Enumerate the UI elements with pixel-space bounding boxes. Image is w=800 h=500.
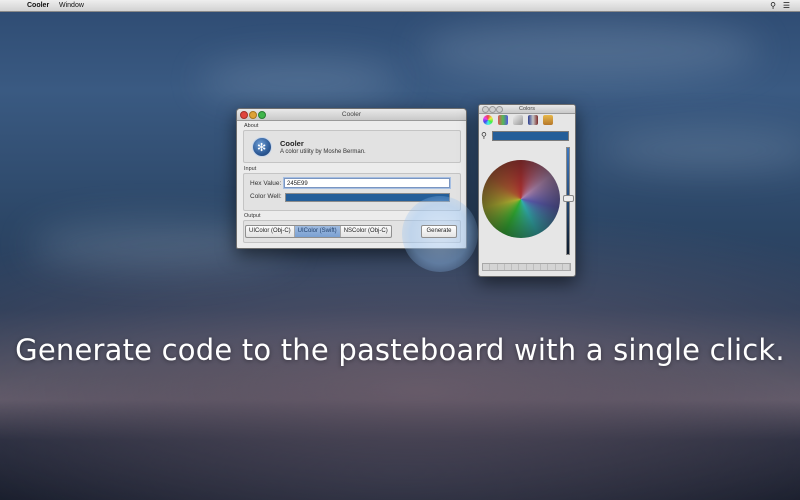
input-section-label: Input xyxy=(244,166,257,172)
about-app-name: Cooler xyxy=(280,139,304,148)
hex-value-input[interactable]: 245E99 xyxy=(284,178,450,188)
current-color-swatch xyxy=(492,131,569,141)
output-option-uicolor-objc[interactable]: UIColor (Obj-C) xyxy=(246,226,295,237)
menu-app-name[interactable]: Cooler xyxy=(27,0,49,11)
close-button[interactable] xyxy=(240,111,248,119)
window-title: Cooler xyxy=(341,111,362,118)
zoom-button[interactable] xyxy=(258,111,266,119)
color-wheel[interactable] xyxy=(482,160,560,238)
marketing-caption: Generate code to the pasteboard with a s… xyxy=(15,333,785,367)
generate-button[interactable]: Generate xyxy=(421,225,457,238)
output-option-uicolor-swift[interactable]: UIColor (Swift) xyxy=(294,226,341,237)
output-option-nscolor-objc[interactable]: NSColor (Obj-C) xyxy=(341,226,391,237)
notification-list-icon[interactable]: ☰ xyxy=(783,0,790,11)
hex-value-label: Hex Value: xyxy=(250,180,282,187)
brightness-slider-knob[interactable] xyxy=(563,195,574,202)
colors-close-button[interactable] xyxy=(482,106,489,113)
colors-panel-title: Colors xyxy=(519,106,535,112)
wallpaper-cloud xyxy=(420,20,760,80)
crayons-tab-icon[interactable] xyxy=(543,115,553,125)
about-section-label: About xyxy=(244,123,259,129)
color-sliders-tab-icon[interactable] xyxy=(498,115,508,125)
menu-bar: Cooler Window ⚲ ☰ xyxy=(0,0,800,12)
spotlight-search-icon[interactable]: ⚲ xyxy=(770,0,776,11)
menu-window[interactable]: Window xyxy=(59,0,84,11)
output-section-label: Output xyxy=(244,213,261,219)
color-swatch-palette[interactable] xyxy=(482,263,571,271)
color-palettes-tab-icon[interactable] xyxy=(513,115,523,125)
wallpaper-cloud xyxy=(200,60,400,100)
wallpaper-cloud xyxy=(600,130,800,170)
magnifier-icon[interactable]: ⚲ xyxy=(481,131,487,140)
color-well-label: Color Well: xyxy=(250,193,282,200)
about-box xyxy=(243,130,461,163)
minimize-button[interactable] xyxy=(249,111,257,119)
output-format-segmented-control: UIColor (Obj-C) UIColor (Swift) NSColor … xyxy=(245,225,392,238)
image-palettes-tab-icon[interactable] xyxy=(528,115,538,125)
colors-zoom-button[interactable] xyxy=(496,106,503,113)
colors-titlebar: Colors xyxy=(479,105,575,114)
colors-minimize-button[interactable] xyxy=(489,106,496,113)
color-wheel-tab-icon[interactable] xyxy=(483,115,493,125)
about-description: A color utility by Moshe Berman. xyxy=(280,149,366,155)
cooler-titlebar: Cooler xyxy=(237,109,466,121)
cooler-app-icon: ✻ xyxy=(252,137,272,157)
